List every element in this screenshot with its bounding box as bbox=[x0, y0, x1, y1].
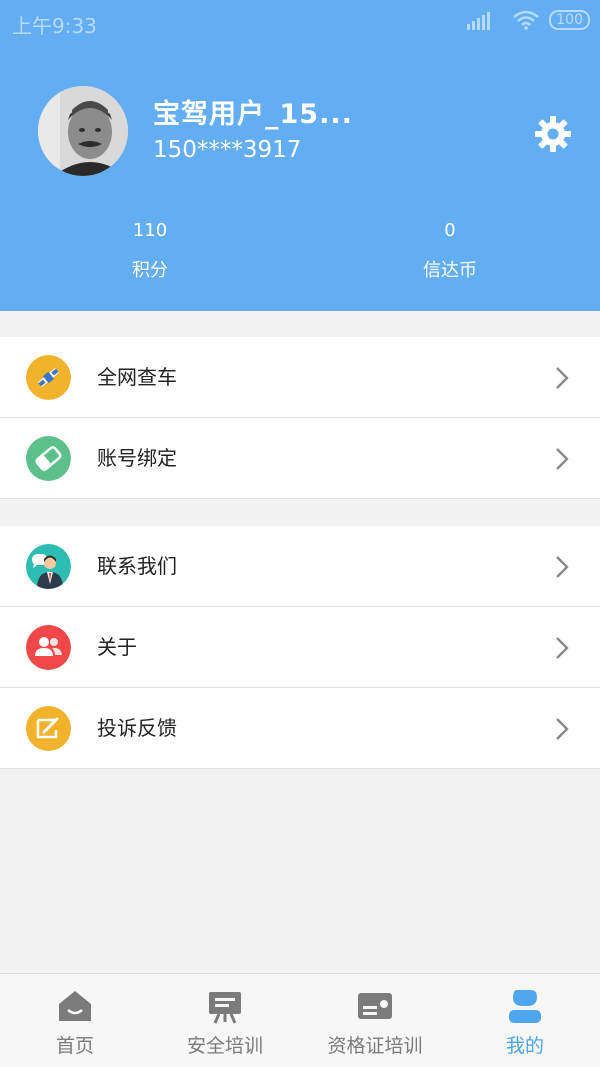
points-value: 110 bbox=[132, 220, 168, 241]
points-stat[interactable]: 110 积分 bbox=[0, 218, 300, 284]
points-label: 积分 bbox=[132, 260, 168, 281]
chevron-right-icon bbox=[556, 556, 569, 578]
chevron-right-icon bbox=[556, 637, 569, 659]
customer-service-icon bbox=[26, 544, 71, 589]
menu-item-vehicle-search[interactable]: 全网查车 bbox=[0, 337, 600, 418]
menu-item-contact-us[interactable]: 联系我们 bbox=[0, 526, 600, 607]
tab-home-label: 首页 bbox=[55, 1035, 94, 1057]
wifi-icon bbox=[513, 10, 540, 30]
menu-group-2: 联系我们 关于 投诉反馈 bbox=[0, 526, 600, 769]
phone-number: 150****3917 bbox=[153, 137, 302, 163]
tab-home[interactable]: 首页 bbox=[0, 974, 150, 1067]
tab-mine-label: 我的 bbox=[505, 1035, 544, 1057]
bottom-tab-bar: 首页 安全培训 资格证培训 我的 bbox=[0, 973, 600, 1067]
coins-label: 信达币 bbox=[423, 260, 477, 281]
home-icon bbox=[59, 991, 91, 1021]
satellite-icon bbox=[26, 355, 71, 400]
certificate-icon bbox=[358, 993, 392, 1019]
coins-stat[interactable]: 0 信达币 bbox=[300, 218, 600, 284]
status-bar: 上午9:33 100 bbox=[0, 0, 600, 44]
training-board-icon bbox=[209, 992, 241, 1024]
gear-icon[interactable] bbox=[533, 114, 573, 154]
menu-label-contact-us: 联系我们 bbox=[97, 554, 177, 578]
menu-item-about[interactable]: 关于 bbox=[0, 607, 600, 688]
tab-mine[interactable]: 我的 bbox=[450, 974, 600, 1067]
menu-label-feedback: 投诉反馈 bbox=[97, 716, 177, 740]
handshake-icon bbox=[26, 436, 71, 481]
status-icons: 100 bbox=[467, 10, 590, 30]
avatar-image bbox=[38, 86, 128, 176]
chevron-right-icon bbox=[556, 718, 569, 740]
chevron-right-icon bbox=[556, 367, 569, 389]
tab-certificate-training-label: 资格证培训 bbox=[327, 1035, 423, 1057]
menu-item-feedback[interactable]: 投诉反馈 bbox=[0, 688, 600, 769]
user-icon bbox=[509, 990, 541, 1023]
avatar[interactable] bbox=[38, 86, 128, 176]
signal-icon bbox=[467, 12, 491, 30]
menu-item-account-binding[interactable]: 账号绑定 bbox=[0, 418, 600, 499]
menu-label-account-binding: 账号绑定 bbox=[97, 446, 177, 470]
tab-safety-training-label: 安全培训 bbox=[186, 1035, 263, 1057]
status-time: 上午9:33 bbox=[12, 14, 97, 38]
chevron-right-icon bbox=[556, 448, 569, 470]
edit-icon bbox=[26, 706, 71, 751]
menu-group-1: 全网查车 账号绑定 bbox=[0, 337, 600, 499]
tab-certificate-training[interactable]: 资格证培训 bbox=[300, 974, 450, 1067]
coins-value: 0 bbox=[444, 220, 456, 241]
battery-indicator: 100 bbox=[549, 10, 590, 30]
menu-label-about: 关于 bbox=[97, 635, 137, 659]
username: 宝驾用户_15... bbox=[153, 99, 353, 130]
people-icon bbox=[26, 625, 71, 670]
menu-label-vehicle-search: 全网查车 bbox=[97, 365, 177, 389]
tab-safety-training[interactable]: 安全培训 bbox=[150, 974, 300, 1067]
profile-header: 上午9:33 100 宝驾用户_15... 150****3917 110 积分… bbox=[0, 0, 600, 311]
